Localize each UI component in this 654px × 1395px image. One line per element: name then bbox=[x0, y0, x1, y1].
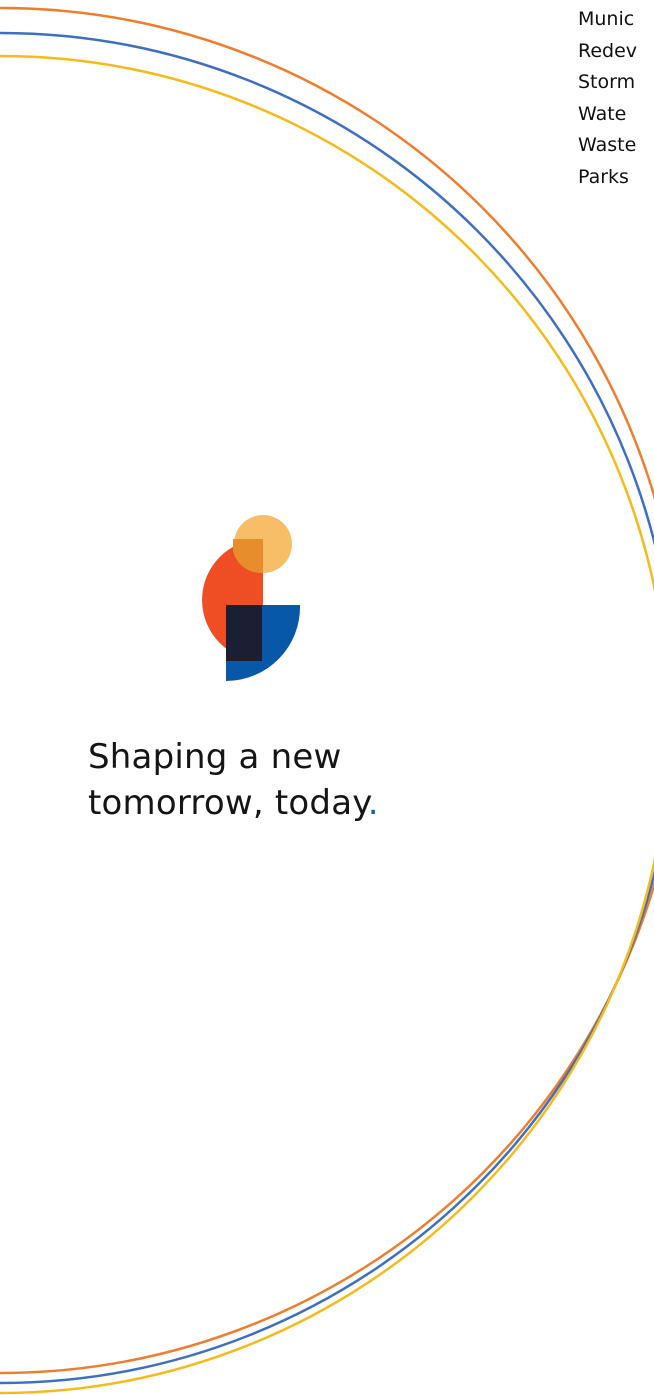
blue-arc bbox=[0, 31, 654, 1385]
decorative-arcs bbox=[0, 6, 654, 1395]
services-item-parks: Parks bbox=[578, 165, 629, 188]
yellow-arc bbox=[0, 54, 654, 1395]
services-item-redevelopment: Redev bbox=[578, 39, 638, 62]
tagline-accent-dot: . bbox=[367, 783, 379, 823]
services-list: Munic Redev Storm Wate Waste Parks bbox=[578, 4, 637, 193]
orange-arc bbox=[0, 6, 654, 1375]
services-item-stormwater: Storm bbox=[578, 71, 636, 93]
services-item-wastewater: Waste bbox=[578, 134, 637, 156]
tagline-line-2-text: tomorrow, today bbox=[88, 783, 368, 823]
tagline-line-2: tomorrow, today. bbox=[88, 780, 379, 826]
services-item-water: Wate bbox=[578, 102, 627, 125]
logo-navy-square bbox=[226, 605, 262, 661]
services-item-municipal: Munic bbox=[578, 8, 635, 30]
tagline-line-1: Shaping a new bbox=[88, 737, 342, 777]
tagline: Shaping a new tomorrow, today. bbox=[88, 734, 379, 826]
company-logo-mark bbox=[202, 515, 301, 681]
